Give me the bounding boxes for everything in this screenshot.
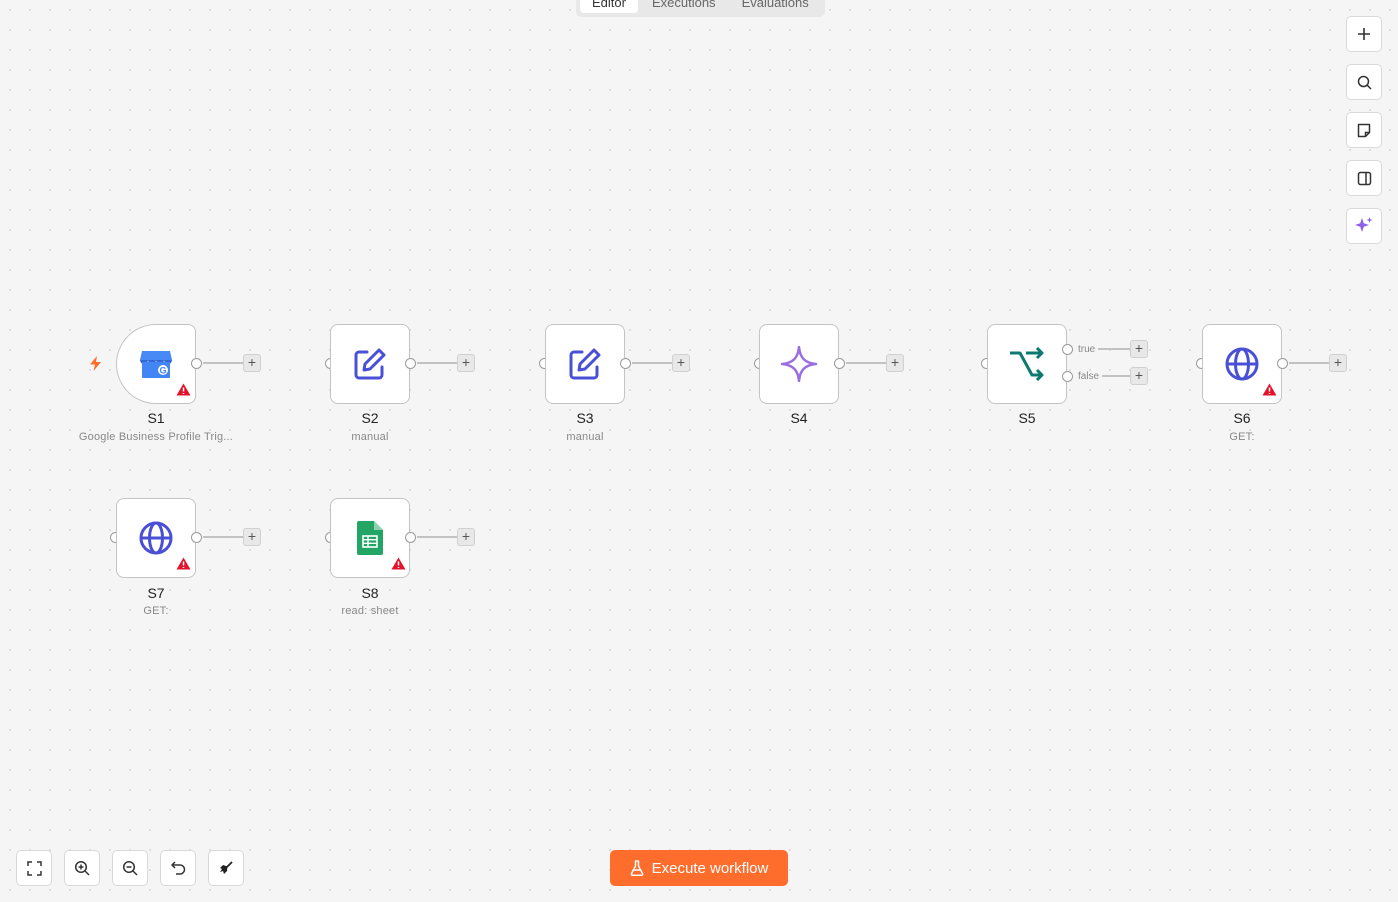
connector-line [203,536,243,538]
if-branch-icon [1010,347,1044,381]
fit-view-button[interactable] [16,850,52,886]
true-output-port[interactable] [1062,344,1073,355]
google-business-icon: G [140,351,172,378]
workflow-node-s5[interactable] [987,324,1067,404]
output-port[interactable] [191,358,202,369]
branch-label-false: false [1078,371,1100,382]
edit-icon [354,348,386,380]
sparkle-icon [780,345,818,383]
tidy-up-button[interactable] [208,850,244,886]
globe-icon [1225,347,1259,381]
branch-label-true: true [1078,344,1096,355]
workflow-node-s2[interactable] [330,324,410,404]
warning-icon [391,557,406,570]
node-name: S6 [1233,410,1251,426]
add-next-node-button[interactable]: + [1329,354,1347,372]
warning-icon [1262,383,1277,396]
add-next-node-button[interactable]: + [672,354,690,372]
fit-view-icon [26,860,42,876]
execute-workflow-button[interactable]: Execute workflow [610,850,788,886]
add-true-branch-button[interactable]: + [1130,340,1148,358]
output-port[interactable] [620,358,631,369]
sticky-note-icon [1357,123,1371,137]
connector-line [1098,348,1130,350]
warning-icon [176,557,191,570]
view-tabs: Editor Executions Evaluations [576,0,825,17]
search-nodes-button[interactable] [1346,64,1382,100]
search-icon [1357,75,1372,90]
workflow-node-s3[interactable] [545,324,625,404]
google-sheets-icon [357,521,383,555]
add-sticky-note-button[interactable] [1346,112,1382,148]
node-name: S1 [147,410,165,426]
node-subtitle: GET: [143,605,169,617]
flask-icon [630,860,644,876]
connector-line [1102,375,1130,377]
undo-button[interactable] [160,850,196,886]
add-next-node-button[interactable]: + [243,528,261,546]
node-name: S3 [576,410,594,426]
tidy-up-icon [220,861,233,874]
trigger-bolt-icon [90,356,101,371]
workflow-node-s4[interactable] [759,324,839,404]
node-name: S4 [790,410,808,426]
output-port[interactable] [405,358,416,369]
connector-line [203,362,243,364]
node-subtitle: manual [566,431,604,443]
connector-line [632,362,672,364]
ai-sparkle-icon [1355,217,1373,232]
add-false-branch-button[interactable]: + [1130,367,1148,385]
node-subtitle: manual [351,431,389,443]
tab-editor[interactable]: Editor [580,0,638,13]
zoom-in-icon [74,860,90,876]
edit-icon [569,348,601,380]
node-name: S5 [1018,410,1036,426]
svg-text:G: G [159,365,166,375]
plus-icon [1358,28,1370,40]
zoom-out-button[interactable] [112,850,148,886]
tab-evaluations[interactable]: Evaluations [730,0,821,17]
node-subtitle: Google Business Profile Trig... [78,431,234,443]
connector-line [1289,362,1329,364]
connector-line [846,362,886,364]
connector-line [417,362,457,364]
globe-icon [139,521,173,555]
false-output-port[interactable] [1062,371,1073,382]
toggle-panel-button[interactable] [1346,160,1382,196]
warning-icon [176,383,191,396]
output-port[interactable] [834,358,845,369]
output-port[interactable] [191,532,202,543]
ai-assistant-button[interactable] [1346,208,1382,244]
output-port[interactable] [1277,358,1288,369]
zoom-in-button[interactable] [64,850,100,886]
node-subtitle: GET: [1229,431,1255,443]
add-node-button[interactable] [1346,16,1382,52]
node-subtitle: read: sheet [341,605,399,617]
connector-line [417,536,457,538]
node-name: S8 [361,585,379,601]
add-next-node-button[interactable]: + [243,354,261,372]
execute-workflow-label: Execute workflow [651,859,769,877]
node-name: S7 [147,585,165,601]
add-next-node-button[interactable]: + [886,354,904,372]
add-next-node-button[interactable]: + [457,528,475,546]
zoom-out-icon [122,860,138,876]
output-port[interactable] [405,532,416,543]
panel-toggle-icon [1357,171,1371,185]
add-next-node-button[interactable]: + [457,354,475,372]
tab-executions[interactable]: Executions [640,0,728,17]
undo-icon [170,861,185,875]
node-name: S2 [361,410,379,426]
